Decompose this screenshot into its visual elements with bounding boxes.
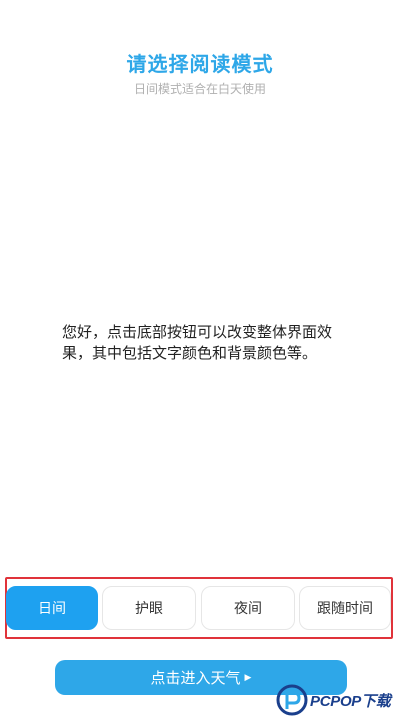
page-title: 请选择阅读模式 — [126, 52, 274, 76]
mode-button-eye-care[interactable]: 护眼 — [102, 586, 196, 630]
watermark-brand: PCPOP下载 — [310, 692, 391, 710]
caret-right-icon: ▶ — [244, 673, 252, 683]
watermark: PCPOP下载 — [276, 680, 400, 720]
description-text: 您好，点击底部按钮可以改变整体界面效果，其中包括文字颜色和背景颜色等。 — [62, 323, 333, 362]
mode-button-day[interactable]: 日间 — [6, 586, 98, 630]
enter-weather-label: 点击进入天气 — [150, 669, 241, 687]
mode-button-follow-time[interactable]: 跟随时间 — [299, 586, 391, 630]
reading-mode-screen: 请选择阅读模式 日间模式适合在白天使用 您好，点击底部按钮可以改变整体界面效果，… — [0, 0, 400, 720]
mode-button-night[interactable]: 夜间 — [201, 586, 295, 630]
page-subtitle: 日间模式适合在白天使用 — [133, 82, 266, 96]
pcpop-logo-icon — [276, 684, 308, 716]
